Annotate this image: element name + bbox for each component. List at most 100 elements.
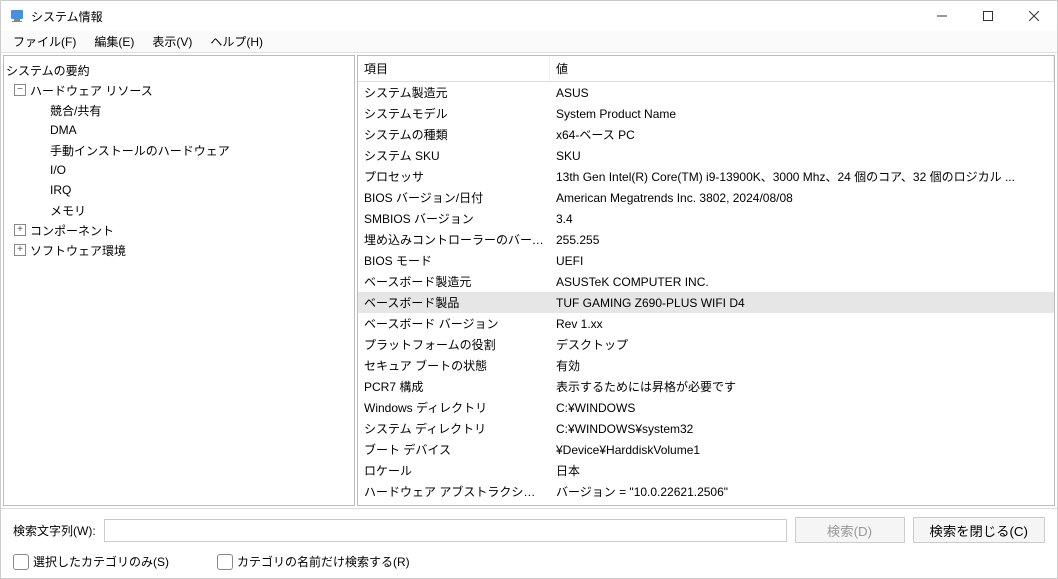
list-row[interactable]: ベースボード製造元ASUSTeK COMPUTER INC. xyxy=(358,271,1054,292)
cell-item: セキュア ブートの状態 xyxy=(358,357,550,374)
expand-icon[interactable]: + xyxy=(14,224,26,236)
list-row[interactable]: 埋め込みコントローラーのバージョン255.255 xyxy=(358,229,1054,250)
cell-item: SMBIOS バージョン xyxy=(358,210,550,227)
titlebar: システム情報 xyxy=(1,1,1057,31)
tree-components[interactable]: + コンポーネント xyxy=(6,220,352,240)
tree-label: システムの要約 xyxy=(6,62,90,79)
cell-item: システムの種類 xyxy=(358,126,550,143)
checkbox-label: カテゴリの名前だけ検索する(R) xyxy=(237,553,410,570)
cell-value: ASUS xyxy=(550,86,1054,100)
maximize-button[interactable] xyxy=(965,1,1011,31)
list-pane[interactable]: 項目 値 システム製造元ASUSシステムモデルSystem Product Na… xyxy=(357,55,1055,506)
window-controls xyxy=(919,1,1057,31)
tree-label: ソフトウェア環境 xyxy=(30,242,126,259)
cell-value: バージョン = "10.0.22621.2506" xyxy=(550,483,1054,500)
cell-value: Rev 1.xx xyxy=(550,317,1054,331)
list-row[interactable]: プロセッサ13th Gen Intel(R) Core(TM) i9-13900… xyxy=(358,166,1054,187)
cell-item: ハードウェア アブストラクション レイヤー xyxy=(358,483,550,500)
list-row[interactable]: ハードウェア アブストラクション レイヤーバージョン = "10.0.22621… xyxy=(358,481,1054,502)
list-row[interactable]: システム ディレクトリC:¥WINDOWS¥system32 xyxy=(358,418,1054,439)
cell-value: ASUSTeK COMPUTER INC. xyxy=(550,275,1054,289)
cell-item: システム SKU xyxy=(358,147,550,164)
list-row[interactable]: Windows ディレクトリC:¥WINDOWS xyxy=(358,397,1054,418)
list-row[interactable]: PCR7 構成表示するためには昇格が必要です xyxy=(358,376,1054,397)
checkbox-icon xyxy=(217,554,233,570)
tree-hardware[interactable]: − ハードウェア リソース xyxy=(6,80,352,100)
minimize-button[interactable] xyxy=(919,1,965,31)
tree-pane[interactable]: システムの要約 − ハードウェア リソース 競合/共有DMA 手動インストールのハ… xyxy=(3,55,355,506)
app-icon xyxy=(9,8,25,24)
list-row[interactable]: ブート デバイス¥Device¥HarddiskVolume1 xyxy=(358,439,1054,460)
tree-root[interactable]: システムの要約 xyxy=(6,60,352,80)
cell-value: System Product Name xyxy=(550,107,1054,121)
cell-value: American Megatrends Inc. 3802, 2024/08/0… xyxy=(550,191,1054,205)
cell-item: 埋め込みコントローラーのバージョン xyxy=(358,231,550,248)
selected-category-only-checkbox[interactable]: 選択したカテゴリのみ(S) xyxy=(13,553,169,570)
tree-label: ハードウェア リソース xyxy=(30,82,153,99)
list-row[interactable]: システムの種類x64-ベース PC xyxy=(358,124,1054,145)
tree-label: コンポーネント xyxy=(30,222,114,239)
collapse-icon[interactable]: − xyxy=(14,84,26,96)
cell-item: BIOS バージョン/日付 xyxy=(358,189,550,206)
category-names-only-checkbox[interactable]: カテゴリの名前だけ検索する(R) xyxy=(217,553,410,570)
list-row[interactable]: プラットフォームの役割デスクトップ xyxy=(358,334,1054,355)
list-row[interactable]: セキュア ブートの状態有効 xyxy=(358,355,1054,376)
footer: 検索文字列(W): 検索(D) 検索を閉じる(C) 選択したカテゴリのみ(S) … xyxy=(1,508,1057,578)
cell-value: 255.255 xyxy=(550,233,1054,247)
list-row[interactable]: システムモデルSystem Product Name xyxy=(358,103,1054,124)
cell-value: TUF GAMING Z690-PLUS WIFI D4 xyxy=(550,296,1054,310)
close-find-button[interactable]: 検索を閉じる(C) xyxy=(913,517,1045,543)
find-button[interactable]: 検索(D) xyxy=(795,517,905,543)
tree-label: 競合/共有 xyxy=(50,102,101,119)
tree-label: I/O xyxy=(50,163,66,177)
tree-item[interactable]: DMA xyxy=(6,120,352,140)
cell-item: ロケール xyxy=(358,462,550,479)
cell-item: システム製造元 xyxy=(358,84,550,101)
expand-icon[interactable]: + xyxy=(14,244,26,256)
cell-value: 有効 xyxy=(550,357,1054,374)
cell-value: 表示するためには昇格が必要です xyxy=(550,378,1054,395)
cell-item: システムモデル xyxy=(358,105,550,122)
cell-item: ベースボード製品 xyxy=(358,294,550,311)
list-row[interactable]: SMBIOS バージョン3.4 xyxy=(358,208,1054,229)
cell-item: ブート デバイス xyxy=(358,441,550,458)
checkbox-label: 選択したカテゴリのみ(S) xyxy=(33,553,169,570)
window-title: システム情報 xyxy=(31,8,919,25)
list-row[interactable]: ベースボード製品TUF GAMING Z690-PLUS WIFI D4 xyxy=(358,292,1054,313)
cell-item: プロセッサ xyxy=(358,168,550,185)
cell-item: PCR7 構成 xyxy=(358,378,550,395)
column-value[interactable]: 値 xyxy=(550,56,1054,81)
cell-item: ベースボード バージョン xyxy=(358,315,550,332)
tree-item[interactable]: I/O xyxy=(6,160,352,180)
tree-label: 手動インストールのハードウェア xyxy=(50,142,230,159)
column-item[interactable]: 項目 xyxy=(358,56,550,81)
cell-item: プラットフォームの役割 xyxy=(358,336,550,353)
cell-item: Windows ディレクトリ xyxy=(358,399,550,416)
list-row[interactable]: システム製造元ASUS xyxy=(358,82,1054,103)
tree-item[interactable]: 手動インストールのハードウェア xyxy=(6,140,352,160)
close-button[interactable] xyxy=(1011,1,1057,31)
cell-item: システム ディレクトリ xyxy=(358,420,550,437)
search-label: 検索文字列(W): xyxy=(13,522,96,539)
list-row[interactable]: ベースボード バージョンRev 1.xx xyxy=(358,313,1054,334)
list-row[interactable]: BIOS バージョン/日付American Megatrends Inc. 38… xyxy=(358,187,1054,208)
cell-value: 日本 xyxy=(550,462,1054,479)
list-row[interactable]: システム SKUSKU xyxy=(358,145,1054,166)
main-splitter: システムの要約 − ハードウェア リソース 競合/共有DMA 手動インストールのハ… xyxy=(1,53,1057,508)
menu-file[interactable]: ファイル(F) xyxy=(5,31,84,52)
tree-item[interactable]: メモリ xyxy=(6,200,352,220)
cell-value: C:¥WINDOWS¥system32 xyxy=(550,422,1054,436)
menu-help[interactable]: ヘルプ(H) xyxy=(202,31,271,52)
cell-item: ベースボード製造元 xyxy=(358,273,550,290)
list-row[interactable]: ロケール日本 xyxy=(358,460,1054,481)
search-input[interactable] xyxy=(104,519,787,542)
menu-view[interactable]: 表示(V) xyxy=(144,31,200,52)
checkbox-icon xyxy=(13,554,29,570)
list-row[interactable]: BIOS モードUEFI xyxy=(358,250,1054,271)
cell-item: BIOS モード xyxy=(358,252,550,269)
menu-edit[interactable]: 編集(E) xyxy=(86,31,142,52)
tree-software[interactable]: + ソフトウェア環境 xyxy=(6,240,352,260)
cell-value: UEFI xyxy=(550,254,1054,268)
tree-item[interactable]: IRQ xyxy=(6,180,352,200)
tree-item[interactable]: 競合/共有 xyxy=(6,100,352,120)
